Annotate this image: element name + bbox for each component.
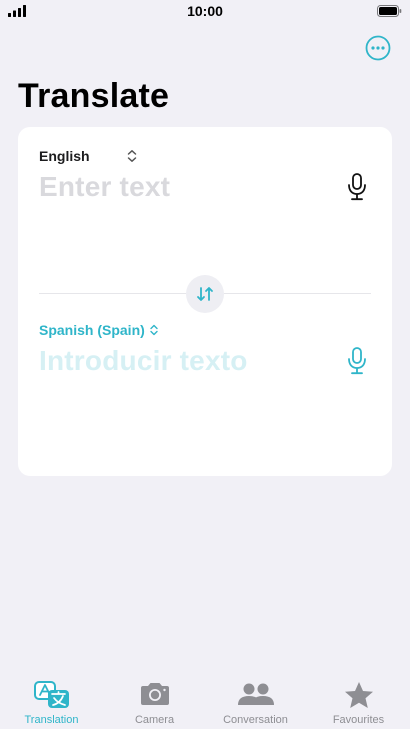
tab-favourites[interactable]: Favourites [307, 676, 410, 729]
microphone-icon[interactable] [347, 173, 367, 201]
swap-arrows-icon [197, 287, 213, 301]
tab-camera[interactable]: Camera [103, 676, 206, 729]
source-text-input[interactable]: Enter text [39, 171, 170, 203]
tab-translation[interactable]: Translation [0, 676, 103, 729]
tab-label: Favourites [332, 714, 385, 726]
swap-languages-button[interactable] [186, 275, 224, 313]
people-icon [237, 683, 274, 705]
tab-conversation[interactable]: Conversation [204, 676, 307, 729]
tab-bar: Translation Camera Conversation Favourit… [0, 676, 410, 729]
battery-icon [377, 5, 402, 17]
tab-label: Translation [24, 714, 79, 726]
camera-icon [140, 683, 169, 705]
source-language-selector[interactable]: English [39, 148, 138, 164]
status-time: 10:00 [187, 3, 223, 19]
target-language-label: Spanish (Spain) [39, 322, 145, 338]
target-language-selector[interactable]: Spanish (Spain) [39, 322, 159, 338]
chevron-up-down-icon [127, 150, 136, 162]
translate-icon [33, 681, 69, 708]
ellipsis-circle-icon[interactable] [365, 35, 391, 61]
target-text-output[interactable]: Introducir texto [39, 345, 248, 377]
page-title: Translate [18, 77, 170, 115]
star-icon [344, 682, 373, 708]
chevron-up-down-icon [150, 324, 158, 336]
tab-label: Camera [134, 714, 175, 726]
tab-label: Conversation [223, 714, 288, 726]
status-bar: 10:00 [0, 0, 410, 22]
microphone-icon[interactable] [347, 347, 367, 375]
source-language-label: English [39, 148, 90, 164]
translation-card: English Enter text Spanish (Spain) Intro… [18, 127, 392, 476]
